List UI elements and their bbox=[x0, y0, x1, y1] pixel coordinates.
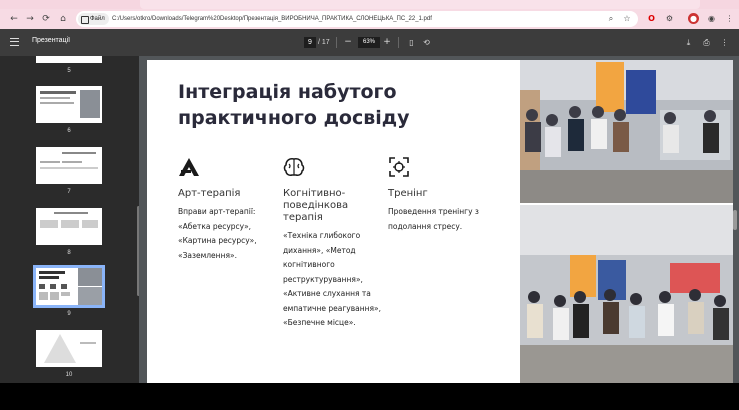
column-heading: Тренінг bbox=[388, 188, 428, 199]
page-number-input[interactable]: 9 bbox=[304, 37, 316, 48]
thumbnail-number: 8 bbox=[67, 250, 71, 256]
thumbnail-page-9[interactable] bbox=[33, 265, 105, 308]
zoom-in-button[interactable]: + bbox=[382, 37, 392, 48]
zoom-out-button[interactable]: − bbox=[343, 37, 353, 48]
rotate-icon[interactable]: ⟲ bbox=[421, 37, 432, 48]
thumbnail-page-7[interactable] bbox=[36, 147, 102, 184]
photo-image bbox=[520, 205, 733, 383]
thumbnail-page-5[interactable] bbox=[36, 56, 102, 63]
search-icon[interactable]: ⌕ bbox=[605, 13, 617, 25]
browser-toolbar: ← → ⟳ ⌂ Файл C:/Users/otkro/Downloads/Te… bbox=[0, 9, 739, 29]
star-icon[interactable]: ☆ bbox=[621, 13, 633, 25]
thumbnail-preview bbox=[44, 334, 96, 363]
brain-icon bbox=[283, 158, 305, 176]
file-chip[interactable]: Файл bbox=[78, 13, 109, 25]
pdf-viewer: Інтеграція набутого практичного досвіду … bbox=[139, 56, 739, 383]
thumbnail-preview bbox=[40, 212, 98, 228]
column-body: Проведення тренінгу з подолання стресу. bbox=[388, 207, 479, 231]
download-icon[interactable]: ⤓ bbox=[683, 37, 694, 48]
toolbar-divider bbox=[336, 37, 337, 48]
url-text[interactable]: C:/Users/otkro/Downloads/Telegram%20Desk… bbox=[112, 13, 432, 25]
column-training: Тренінг Проведення тренінгу з подолання … bbox=[388, 156, 488, 234]
reload-button[interactable]: ⟳ bbox=[40, 13, 52, 25]
print-icon[interactable]: ⎙ bbox=[701, 37, 712, 48]
opera-icon[interactable]: O bbox=[646, 13, 657, 24]
extension-icon[interactable]: ⚙ bbox=[664, 13, 675, 24]
photo-training-group-1 bbox=[520, 60, 733, 203]
column-body: Вправи арт-терапії: «Абетка ресурсу», «К… bbox=[178, 207, 257, 260]
profile-icon[interactable]: ● bbox=[688, 13, 699, 24]
column-heading: Арт-терапія bbox=[178, 188, 241, 199]
page-total: / 17 bbox=[318, 39, 330, 46]
browser-menu-icon[interactable]: ⋮ bbox=[724, 13, 735, 24]
slide-title: Інтеграція набутого практичного досвіду bbox=[178, 81, 410, 129]
viewer-scrollbar[interactable] bbox=[733, 210, 737, 230]
more-actions-icon[interactable]: ⋮ bbox=[719, 37, 730, 48]
document-title: Презентації bbox=[32, 37, 71, 44]
zoom-input[interactable]: 63% bbox=[358, 37, 380, 48]
menu-icon[interactable] bbox=[10, 38, 19, 46]
thumbnail-number: 7 bbox=[67, 189, 71, 195]
art-triangle-icon bbox=[179, 158, 199, 176]
pdf-toolbar: Презентації 9 / 17 − 63% + ▯ ⟲ ⤓ ⎙ ⋮ bbox=[0, 29, 739, 56]
thumbnail-number: 9 bbox=[67, 311, 71, 317]
thumbnail-sidebar: 5 6 7 8 9 10 bbox=[0, 56, 139, 383]
column-heading: Когнітивно-поведінкова терапія bbox=[283, 188, 349, 223]
thumbnail-number: 6 bbox=[67, 128, 71, 134]
thumbnail-preview bbox=[40, 152, 98, 169]
forward-button[interactable]: → bbox=[24, 13, 36, 25]
column-art-therapy: Арт-терапія Вправи арт-терапії: «Абетка … bbox=[178, 156, 278, 263]
browser-tab-strip bbox=[0, 0, 739, 9]
thumbnail-page-6[interactable] bbox=[36, 86, 102, 123]
browser-tab[interactable] bbox=[140, 0, 700, 9]
thumbnail-preview bbox=[40, 90, 100, 118]
toolbar-divider bbox=[398, 37, 399, 48]
home-button[interactable]: ⌂ bbox=[57, 13, 69, 25]
column-body: «Техніка глибокого дихання», «Метод когн… bbox=[283, 231, 382, 327]
thumbnail-number: 10 bbox=[65, 372, 73, 378]
photo-image bbox=[520, 60, 733, 203]
photo-training-group-2 bbox=[520, 205, 733, 383]
fit-page-icon[interactable]: ▯ bbox=[406, 37, 417, 48]
back-button[interactable]: ← bbox=[8, 13, 20, 25]
pdf-page: Інтеграція набутого практичного досвіду … bbox=[147, 60, 733, 383]
thumbnail-page-8[interactable] bbox=[36, 208, 102, 245]
thumbnail-preview bbox=[39, 268, 102, 305]
thumbnail-number: 5 bbox=[67, 68, 71, 74]
focus-frame-icon bbox=[389, 157, 409, 177]
thumbnail-page-10[interactable] bbox=[36, 330, 102, 367]
column-cbt: Когнітивно-поведінкова терапія «Техніка … bbox=[283, 156, 383, 331]
avatar-icon[interactable]: ◉ bbox=[706, 13, 717, 24]
address-bar[interactable]: Файл C:/Users/otkro/Downloads/Telegram%2… bbox=[76, 11, 638, 27]
